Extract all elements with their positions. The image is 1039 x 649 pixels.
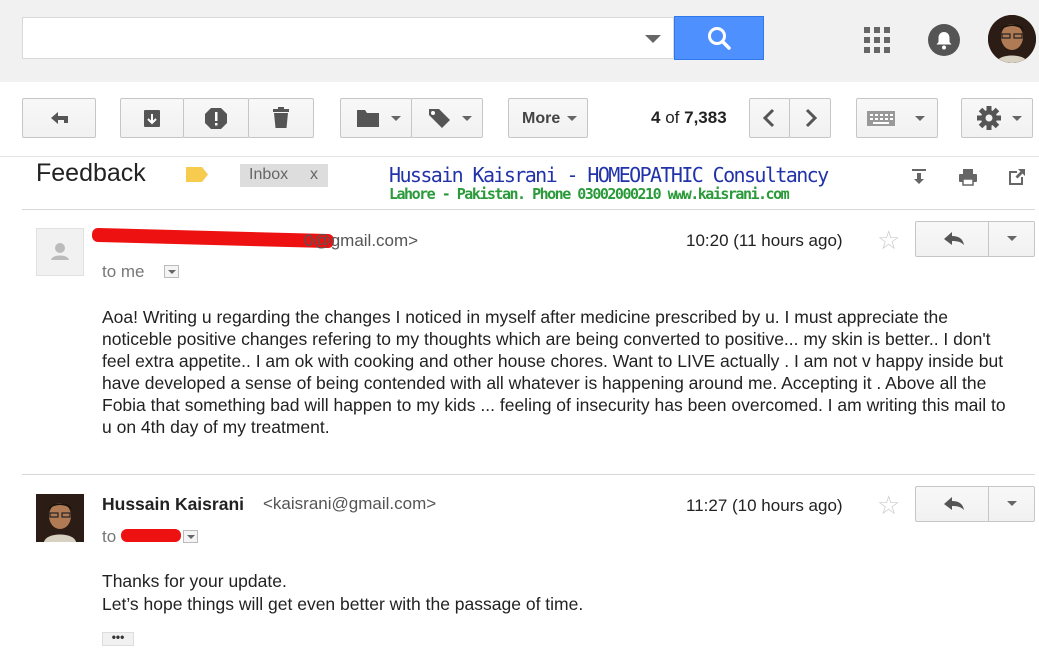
- reply-icon: [944, 497, 964, 510]
- message-1-more-button[interactable]: [989, 221, 1035, 257]
- count-current: 4: [651, 108, 661, 127]
- thread-subject: Feedback: [36, 159, 146, 187]
- message-2-time: 11:27 (10 hours ago): [686, 496, 843, 515]
- labels-caret-icon: [462, 116, 472, 121]
- more-options-caret-icon: [1007, 236, 1017, 241]
- message-2-body-line-2: Let’s hope things will get even better w…: [102, 594, 584, 614]
- move-to-button[interactable]: [340, 98, 412, 138]
- more-caret-icon: [567, 116, 577, 121]
- apps-grid-icon[interactable]: [864, 27, 890, 53]
- promo-contact: Lahore - Pakistan. Phone 03002000210 www…: [389, 185, 790, 203]
- recipient-details-dropdown[interactable]: [183, 530, 198, 543]
- count-of: of: [665, 108, 680, 127]
- older-button[interactable]: [789, 98, 831, 138]
- message-1-recipients: to me: [102, 262, 145, 281]
- label-chip-text: Inbox: [249, 166, 289, 183]
- archive-icon: [144, 110, 160, 127]
- message-1-body: Aoa! Writing u regarding the changes I n…: [102, 307, 1006, 437]
- message-2-reply-button[interactable]: [915, 486, 989, 522]
- star-icon[interactable]: ☆: [877, 492, 900, 518]
- more-options-caret-icon: [1007, 501, 1017, 506]
- settings-caret-icon: [1012, 116, 1022, 121]
- move-to-caret-icon: [391, 116, 401, 121]
- important-marker-icon[interactable]: [186, 167, 208, 182]
- newer-button[interactable]: [749, 98, 790, 138]
- keyboard-icon: [867, 111, 895, 126]
- reply-icon: [944, 232, 964, 245]
- new-window-icon[interactable]: [1006, 166, 1028, 188]
- message-2-sender-name: Hussain Kaisrani: [102, 494, 244, 514]
- show-trimmed-content-button[interactable]: •••: [102, 631, 134, 646]
- remove-label-button[interactable]: x: [310, 166, 318, 184]
- back-arrow-icon: [51, 112, 68, 124]
- input-tools-button[interactable]: [856, 98, 938, 138]
- more-button-label: More: [522, 110, 561, 127]
- header-divider: [22, 209, 1035, 210]
- input-tools-caret-icon: [915, 116, 925, 121]
- count-total: 7,383: [684, 108, 727, 127]
- redacted-sender: [91, 227, 335, 249]
- message-2-sender-email: <kaisrani@gmail.com>: [263, 494, 437, 513]
- gear-icon: [977, 106, 1001, 130]
- more-button[interactable]: More: [508, 98, 588, 138]
- report-spam-icon: [205, 108, 227, 129]
- folder-icon: [357, 110, 379, 127]
- label-chip-inbox: Inbox x: [240, 164, 328, 187]
- recipient-details-dropdown[interactable]: [164, 265, 179, 278]
- search-options-caret-icon[interactable]: [645, 35, 661, 43]
- archive-button[interactable]: [120, 98, 184, 138]
- chevron-right-icon: [805, 108, 818, 128]
- star-icon[interactable]: ☆: [877, 227, 900, 253]
- delete-button[interactable]: [248, 98, 314, 138]
- message-1-reply-button[interactable]: [915, 221, 989, 257]
- settings-button[interactable]: [961, 98, 1033, 138]
- notifications-bell-icon[interactable]: [928, 24, 960, 56]
- message-2-body-line-1: Thanks for your update.: [102, 571, 287, 591]
- message-divider: [22, 474, 1035, 475]
- back-button[interactable]: [22, 98, 96, 138]
- labels-button[interactable]: [411, 98, 483, 138]
- promo-title: Hussain Kaisrani - HOMEOPATHIC Consultan…: [389, 163, 829, 187]
- redacted-recipient: [121, 529, 181, 542]
- search-button[interactable]: [674, 16, 764, 60]
- sender-avatar: [36, 494, 84, 542]
- chevron-left-icon: [762, 108, 775, 128]
- expand-all-icon[interactable]: [908, 166, 930, 188]
- sender-avatar-placeholder: [36, 228, 84, 276]
- trash-icon: [273, 107, 289, 128]
- search-input[interactable]: [22, 17, 674, 59]
- report-spam-button[interactable]: [183, 98, 249, 138]
- message-1-time: 10:20 (11 hours ago): [686, 231, 843, 250]
- search-icon: [708, 27, 731, 50]
- message-2-more-button[interactable]: [989, 486, 1035, 522]
- label-tag-icon: [429, 109, 450, 128]
- message-count: 4 of 7,383: [651, 108, 727, 128]
- message-2-recipients: to: [102, 527, 117, 546]
- message-1-sender-email: 0@gmail.com>: [304, 231, 419, 250]
- person-icon: [51, 243, 69, 260]
- account-avatar[interactable]: [988, 15, 1036, 63]
- print-icon[interactable]: [957, 166, 979, 188]
